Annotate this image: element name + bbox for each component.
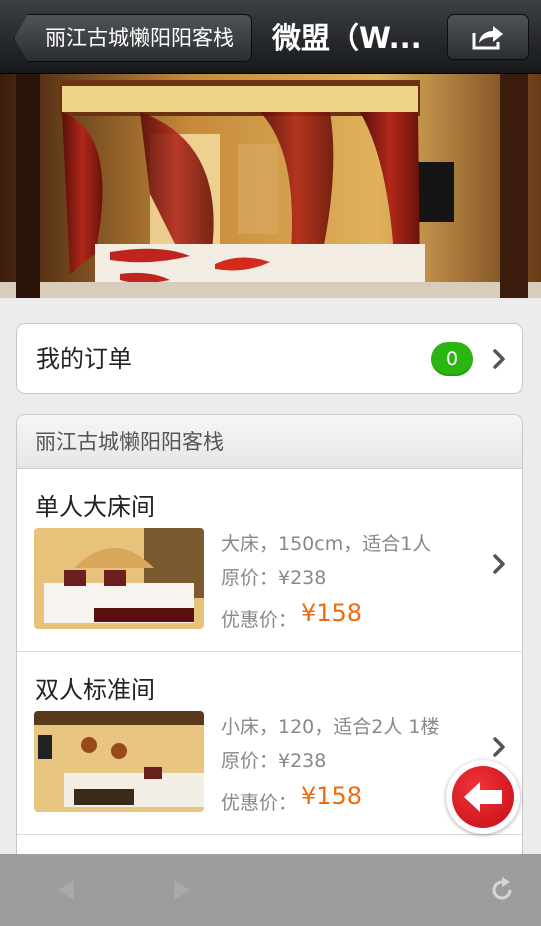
room-discount-price: ¥158 <box>301 782 363 810</box>
hotel-banner-image <box>0 74 541 298</box>
forward-arrow-icon[interactable] <box>168 876 196 904</box>
navigation-bar: 丽江古城懒阳阳客栈 微盟（W... <box>0 0 541 74</box>
back-arrow-icon[interactable] <box>52 876 80 904</box>
room-thumbnail <box>34 528 204 629</box>
refresh-icon[interactable] <box>488 876 516 904</box>
room-item[interactable]: 双人标准间 小床，120，适合2人 1楼 原价：¥238 优惠价： ¥158 <box>17 652 522 835</box>
my-orders-row[interactable]: 我的订单 0 <box>16 323 523 394</box>
room-discount-label: 优惠价： <box>221 792 298 814</box>
back-button[interactable]: 丽江古城懒阳阳客栈 <box>14 14 252 62</box>
room-description: 大床，150cm，适合1人 <box>221 533 432 555</box>
room-discount-price: ¥158 <box>301 599 363 627</box>
browser-toolbar <box>0 854 541 926</box>
room-thumbnail <box>34 711 204 812</box>
room-item[interactable]: 单人大床间 大床，150cm，适合1人 原价：¥238 优惠价： ¥158 <box>17 469 522 652</box>
my-orders-label: 我的订单 <box>36 345 132 373</box>
room-description: 小床，120，适合2人 1楼 <box>221 716 440 738</box>
arrow-left-icon <box>464 782 502 812</box>
back-button-label: 丽江古城懒阳阳客栈 <box>45 26 234 50</box>
floating-back-button[interactable] <box>446 760 520 834</box>
room-name: 双人标准间 <box>35 676 155 704</box>
chevron-right-icon <box>493 349 505 369</box>
share-icon <box>472 26 503 50</box>
hotel-name-header: 丽江古城懒阳阳客栈 <box>17 415 522 469</box>
chevron-right-icon <box>493 554 505 574</box>
chevron-right-icon <box>493 737 505 757</box>
room-original-price: 原价：¥238 <box>221 567 327 589</box>
room-name: 单人大床间 <box>35 493 155 521</box>
room-discount-label: 优惠价： <box>221 609 298 631</box>
room-original-price: 原价：¥238 <box>221 750 327 772</box>
share-button[interactable] <box>447 14 529 60</box>
page-title: 微盟（W... <box>272 21 422 55</box>
order-count-badge: 0 <box>431 342 473 376</box>
